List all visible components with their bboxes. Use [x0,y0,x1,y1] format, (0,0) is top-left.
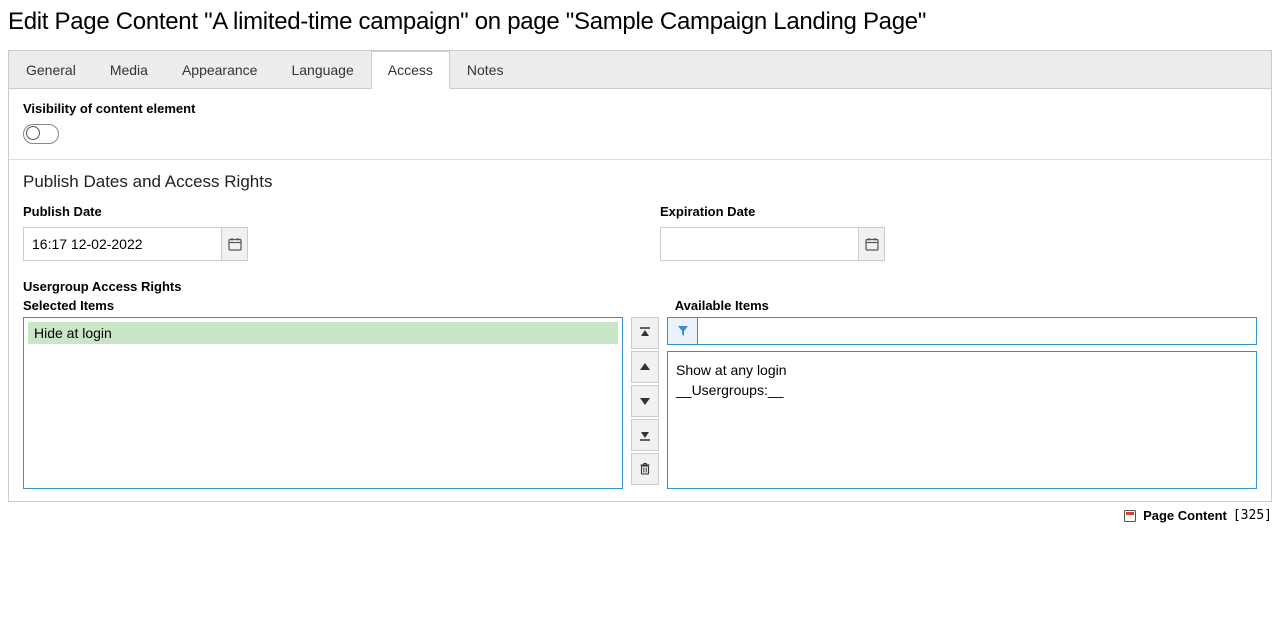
filter-icon [677,325,689,337]
available-filter-input[interactable] [697,317,1257,345]
footer-label: Page Content [1143,508,1227,523]
move-up-icon [638,360,652,374]
calendar-icon [865,237,879,251]
move-up-button[interactable] [631,351,659,383]
publish-heading: Publish Dates and Access Rights [23,172,1257,192]
publish-section: Publish Dates and Access Rights Publish … [9,159,1271,501]
move-top-button[interactable] [631,317,659,349]
tab-bar: General Media Appearance Language Access… [9,51,1271,89]
usergroup-label: Usergroup Access Rights [23,279,1257,294]
content-icon [1123,509,1137,523]
tab-media[interactable]: Media [93,51,165,88]
reorder-controls [631,317,659,489]
visibility-section: Visibility of content element [9,89,1271,159]
publish-date-input[interactable] [23,227,222,261]
selected-items-label: Selected Items [23,298,623,313]
available-items-label: Available Items [675,298,1257,313]
tab-access[interactable]: Access [371,51,450,89]
available-item[interactable]: __Usergroups:__ [676,380,1248,400]
tab-notes[interactable]: Notes [450,51,521,88]
tab-general[interactable]: General [9,51,93,88]
publish-date-picker-button[interactable] [222,227,248,261]
move-bottom-icon [638,428,652,442]
visibility-label: Visibility of content element [23,101,1257,116]
move-down-icon [638,394,652,408]
selected-item[interactable]: Hide at login [28,322,618,344]
available-items-box[interactable]: Show at any login __Usergroups:__ [667,351,1257,489]
expiration-date-input[interactable] [660,227,859,261]
move-top-icon [638,326,652,340]
move-bottom-button[interactable] [631,419,659,451]
tab-appearance[interactable]: Appearance [165,51,275,88]
calendar-icon [228,237,242,251]
available-item[interactable]: Show at any login [676,360,1248,380]
expiration-date-picker-button[interactable] [859,227,885,261]
tab-language[interactable]: Language [274,51,370,88]
expiration-date-label: Expiration Date [660,204,1257,219]
page-title: Edit Page Content "A limited-time campai… [8,8,1272,36]
visibility-toggle[interactable] [23,124,59,144]
filter-button[interactable] [667,317,697,345]
move-down-button[interactable] [631,385,659,417]
trash-icon [638,462,652,476]
remove-button[interactable] [631,453,659,485]
publish-date-label: Publish Date [23,204,620,219]
footer-info: Page Content [325] [8,508,1272,523]
selected-items-box[interactable]: Hide at login [23,317,623,489]
edit-panel: General Media Appearance Language Access… [8,50,1272,502]
toggle-knob [26,126,40,140]
footer-id: [325] [1233,508,1272,523]
